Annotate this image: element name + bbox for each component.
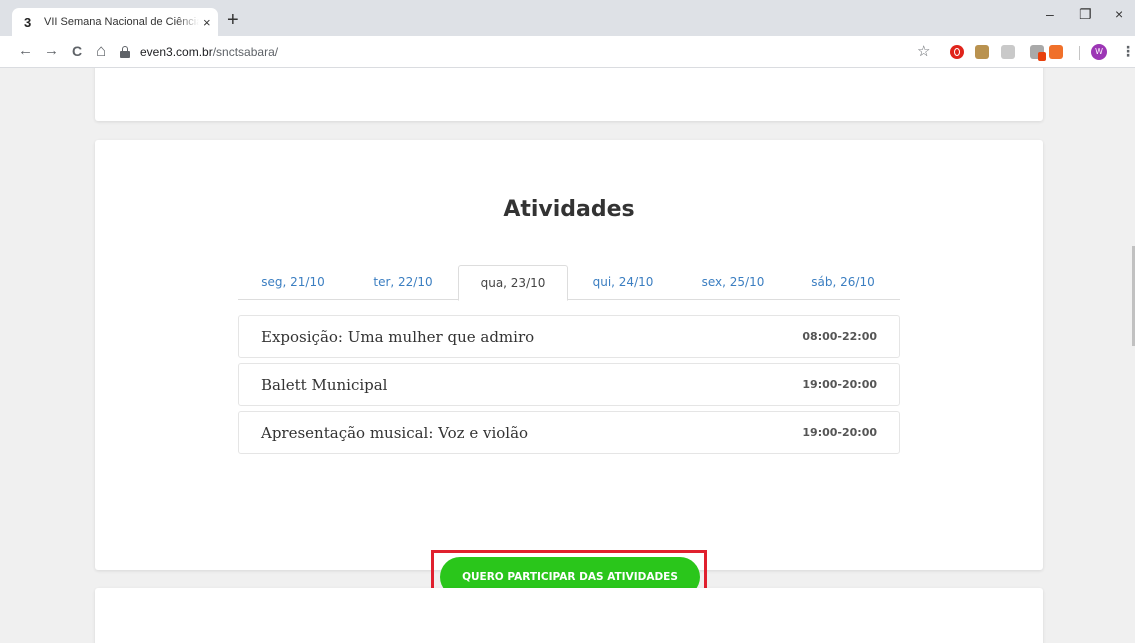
activity-time: 19:00-20:00 <box>802 378 877 391</box>
activity-time: 08:00-22:00 <box>802 330 877 343</box>
m-extension-icon[interactable] <box>1001 45 1015 59</box>
new-tab-button[interactable]: + <box>227 10 239 30</box>
profile-avatar[interactable]: W <box>1091 44 1107 60</box>
tab-seg-21-10[interactable]: seg, 21/10 <box>238 265 348 300</box>
url-text: even3.com.br/snctsabara/ <box>140 45 279 59</box>
activity-item[interactable]: Balett Municipal 19:00-20:00 <box>238 363 900 406</box>
tab-ter-22-10[interactable]: ter, 22/10 <box>348 265 458 300</box>
next-section-card <box>95 588 1043 643</box>
tab-qua-23-10[interactable]: qua, 23/10 <box>458 265 568 301</box>
menu-kebab-icon[interactable]: ⋮ <box>1121 43 1135 60</box>
activity-name: Balett Municipal <box>261 375 388 394</box>
previous-section-card <box>95 68 1043 121</box>
lock-icon <box>120 46 130 58</box>
toolbar-divider <box>1079 46 1080 60</box>
browser-tabstrip: 3 VII Semana Nacional de Ciência e Tecno… <box>0 0 1135 36</box>
bookmark-star-icon[interactable]: ☆ <box>917 42 930 60</box>
back-arrow-icon[interactable]: ← <box>18 42 33 60</box>
tab-sab-26-10[interactable]: sáb, 26/10 <box>788 265 898 300</box>
activity-name: Apresentação musical: Voz e violão <box>261 423 529 442</box>
close-window-icon[interactable]: × <box>1115 6 1123 22</box>
activities-section: Atividades seg, 21/10 ter, 22/10 qua, 23… <box>95 140 1043 602</box>
tab-qui-24-10[interactable]: qui, 24/10 <box>568 265 678 300</box>
page-viewport: Atividades seg, 21/10 ter, 22/10 qua, 23… <box>0 68 1135 643</box>
activity-name: Exposição: Uma mulher que admiro <box>261 327 535 346</box>
browser-toolbar: ← → C ⌂ even3.com.br/snctsabara/ ☆ W ⋮ <box>0 36 1135 68</box>
activity-item[interactable]: Exposição: Uma mulher que admiro 08:00-2… <box>238 315 900 358</box>
opera-icon[interactable] <box>950 45 964 59</box>
site-favicon-icon: 3 <box>24 14 32 30</box>
section-title: Atividades <box>503 197 635 222</box>
activity-time: 19:00-20:00 <box>802 426 877 439</box>
chat-extension-icon[interactable] <box>1030 45 1046 61</box>
home-icon[interactable]: ⌂ <box>96 42 106 60</box>
activity-item[interactable]: Apresentação musical: Voz e violão 19:00… <box>238 411 900 454</box>
browser-tab[interactable]: 3 VII Semana Nacional de Ciência e Tecno… <box>12 8 218 36</box>
address-bar[interactable]: even3.com.br/snctsabara/ <box>120 39 940 65</box>
minimize-icon[interactable]: – <box>1046 6 1054 22</box>
forward-arrow-icon[interactable]: → <box>44 42 59 60</box>
restore-icon[interactable]: ❐ <box>1079 6 1092 23</box>
day-tabs: seg, 21/10 ter, 22/10 qua, 23/10 qui, 24… <box>238 265 900 301</box>
reload-icon[interactable]: C <box>72 42 82 60</box>
tab-title: VII Semana Nacional de Ciência e Tecnolo… <box>44 16 199 28</box>
q-extension-icon[interactable] <box>1049 45 1063 59</box>
face-extension-icon[interactable] <box>975 45 989 59</box>
page-scrollbar[interactable] <box>1130 68 1135 643</box>
tab-sex-25-10[interactable]: sex, 25/10 <box>678 265 788 300</box>
tab-close-icon[interactable]: × <box>203 15 211 30</box>
